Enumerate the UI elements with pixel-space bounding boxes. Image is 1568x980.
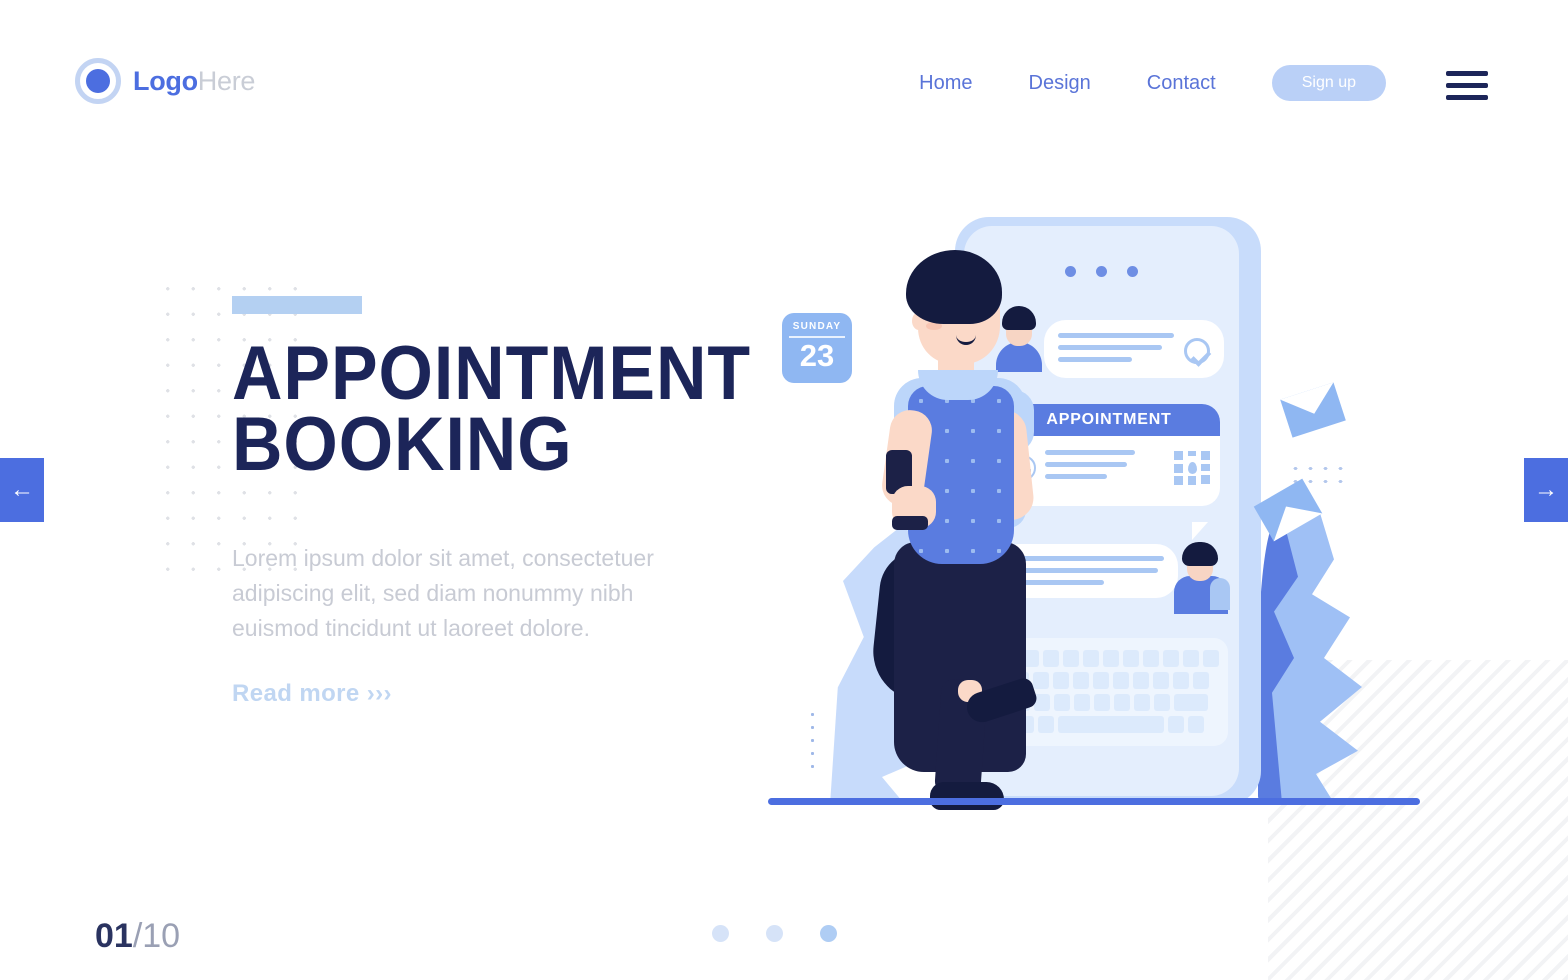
person-watch (892, 516, 928, 530)
carousel-next-button[interactable]: → (1524, 458, 1568, 522)
slide-current: 01 (95, 917, 133, 955)
hamburger-line (1446, 70, 1488, 76)
text-line (1045, 474, 1107, 479)
text-line (1058, 333, 1174, 338)
key (1123, 650, 1139, 667)
status-dot (1127, 266, 1138, 277)
status-dot (1065, 266, 1076, 277)
accent-bar (232, 296, 362, 314)
key (1133, 672, 1149, 689)
key (1188, 716, 1204, 733)
slide-total: /10 (132, 917, 181, 955)
key (1073, 672, 1089, 689)
site-header: LogoHere Home Design Contact Sign up (0, 0, 1568, 160)
key (1203, 650, 1219, 667)
key (1163, 650, 1179, 667)
avatar-hair (1182, 542, 1218, 566)
page-title: APPOINTMENT BOOKING (232, 336, 750, 483)
chat-bubble-incoming (1044, 320, 1224, 378)
person-shoe-front (930, 782, 1004, 810)
carousel-dot-1[interactable] (712, 925, 729, 942)
text-line (1045, 462, 1127, 467)
key (1113, 672, 1129, 689)
key (1168, 716, 1184, 733)
key-wide (1174, 694, 1208, 711)
logo-inner-dot (86, 69, 110, 93)
signup-button[interactable]: Sign up (1271, 65, 1386, 101)
logo-text: LogoHere (133, 66, 255, 97)
hamburger-line (1446, 82, 1488, 88)
check-circle-icon (1184, 338, 1210, 364)
carousel-dots (712, 925, 837, 942)
hero-copy: APPOINTMENT BOOKING Lorem ipsum dolor si… (232, 296, 752, 708)
key (1183, 650, 1199, 667)
logo[interactable]: LogoHere (75, 58, 255, 104)
logo-circle-icon (75, 58, 121, 104)
nav-item-home[interactable]: Home (919, 72, 972, 95)
logo-text-secondary: Here (197, 65, 256, 96)
key (1054, 694, 1070, 711)
status-dot (1096, 266, 1107, 277)
slide-counter: 01/10 (95, 917, 180, 956)
appointment-text-lines (1045, 450, 1165, 486)
key (1074, 694, 1090, 711)
nav-item-design[interactable]: Design (1029, 72, 1091, 95)
pin-marker (1188, 462, 1197, 474)
hero-illustration: APPOINTMENT SUNDAY 23 (760, 195, 1460, 835)
carousel-prev-button[interactable]: ← (0, 458, 44, 522)
nav-item-contact[interactable]: Contact (1147, 72, 1216, 95)
key (1093, 672, 1109, 689)
carousel-dot-3[interactable] (820, 925, 837, 942)
appointment-card-tail (1192, 522, 1208, 540)
hero-subtitle: Lorem ipsum dolor sit amet, consectetuer… (232, 544, 654, 641)
hamburger-line (1446, 94, 1488, 100)
text-line (1058, 345, 1162, 350)
hamburger-menu-icon[interactable] (1446, 67, 1488, 100)
key (1063, 650, 1079, 667)
text-line (1045, 450, 1135, 455)
carousel-dot-2[interactable] (766, 925, 783, 942)
key (1143, 650, 1159, 667)
key (1154, 694, 1170, 711)
avatar-sleeve (1210, 578, 1230, 610)
read-more-link[interactable]: Read more ››› (232, 680, 392, 708)
person-illustration (820, 250, 1050, 810)
map-pin-icon (1174, 451, 1210, 485)
logo-text-primary: Logo (133, 65, 198, 96)
key (1053, 672, 1069, 689)
key (1094, 694, 1110, 711)
key (1103, 650, 1119, 667)
key (1153, 672, 1169, 689)
chat-avatar-bottom (1172, 542, 1230, 614)
key (1134, 694, 1150, 711)
key (1083, 650, 1099, 667)
main-navigation: Home Design Contact Sign up (919, 58, 1488, 101)
key (1114, 694, 1130, 711)
key-space (1058, 716, 1164, 733)
ground-line (768, 798, 1420, 805)
envelope-icon (1280, 382, 1346, 438)
key (1173, 672, 1189, 689)
text-line (1058, 357, 1132, 362)
page-title-line2: BOOKING (232, 402, 573, 488)
key (1193, 672, 1209, 689)
person-hair (906, 250, 1002, 324)
